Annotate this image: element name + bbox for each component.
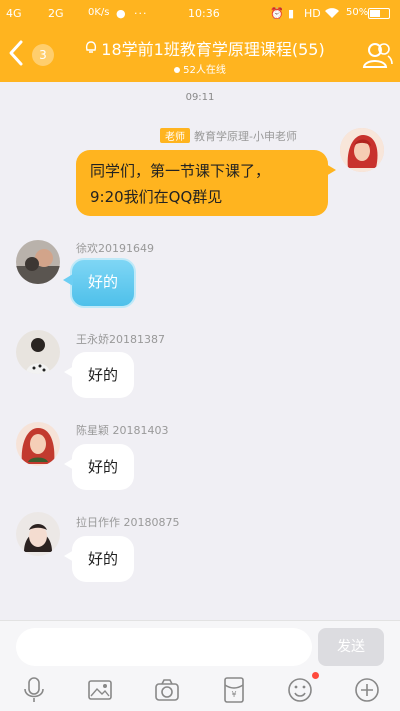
- back-button[interactable]: [6, 38, 26, 68]
- carrier-2: 2G: [48, 7, 64, 20]
- message-bubble[interactable]: 好的: [64, 536, 134, 582]
- wifi-icon: [324, 7, 340, 22]
- camera-icon[interactable]: [155, 677, 179, 703]
- red-packet-icon[interactable]: ¥: [222, 677, 246, 703]
- plus-icon[interactable]: [355, 677, 379, 703]
- network-speed: 0K/s: [88, 7, 110, 18]
- message-bubble[interactable]: 好的: [64, 352, 134, 398]
- avatar[interactable]: [16, 240, 60, 284]
- chat-header: 4G 2G 0K/s ● ··· 10:36 ⏰ ▮ HD 50% 3 18学前…: [0, 0, 400, 82]
- group-title-area[interactable]: 18学前1班教育学原理课程(55): [70, 36, 340, 60]
- user-avatar-image: [16, 422, 60, 466]
- message-timestamp: 09:11: [185, 92, 215, 103]
- battery-percent: 50%: [346, 7, 369, 18]
- message-line: 9:20我们在QQ群见: [90, 188, 223, 206]
- hd-label: HD: [304, 7, 321, 20]
- teacher-avatar-image: [340, 128, 384, 172]
- message-text: 好的: [87, 273, 118, 291]
- avatar[interactable]: [16, 330, 60, 374]
- avatar[interactable]: [340, 128, 384, 172]
- back-arrow-icon: [9, 40, 23, 66]
- message-input[interactable]: [16, 628, 312, 666]
- qq-notification-icon: ●: [116, 7, 126, 20]
- emoji-icon[interactable]: [288, 677, 312, 703]
- mute-icon: [85, 41, 97, 59]
- message-text: 好的: [87, 366, 118, 384]
- teacher-sender-row: 老师 教育学原理-小申老师: [160, 128, 297, 144]
- alarm-icon: ⏰: [270, 7, 284, 20]
- group-title: 18学前1班教育学原理课程(55): [101, 40, 325, 59]
- user-avatar-image: [16, 330, 60, 374]
- online-status: 52人在线: [150, 61, 250, 76]
- input-bar: 发送 ¥: [0, 620, 400, 711]
- emoji-notification-dot: [312, 672, 319, 679]
- status-bar: 4G 2G 0K/s ● ··· 10:36 ⏰ ▮ HD 50%: [0, 0, 400, 26]
- clock: 10:36: [188, 7, 220, 20]
- image-icon[interactable]: [88, 677, 112, 703]
- teacher-tag: 老师: [160, 128, 190, 143]
- svg-text:¥: ¥: [231, 690, 236, 699]
- online-count: 52人在线: [183, 65, 226, 76]
- microphone-icon[interactable]: [22, 677, 46, 703]
- send-button[interactable]: 发送: [318, 628, 384, 666]
- online-dot-icon: [174, 67, 181, 73]
- message-text: 好的: [87, 458, 118, 476]
- sender-name[interactable]: 拉日作作 20180875: [76, 514, 180, 530]
- vibrate-icon: ▮: [288, 7, 295, 20]
- sender-name[interactable]: 徐欢20191649: [76, 240, 154, 256]
- carrier-1: 4G: [6, 7, 22, 20]
- battery-icon: [368, 8, 390, 19]
- unread-count-badge[interactable]: 3: [32, 44, 54, 66]
- group-members-button[interactable]: [362, 40, 394, 70]
- avatar[interactable]: [16, 422, 60, 466]
- group-members-icon: [362, 43, 393, 68]
- message-line: 同学们，第一节课下课了，: [90, 162, 271, 180]
- sender-name[interactable]: 陈星颖 20181403: [76, 422, 169, 438]
- more-notifications-icon: ···: [134, 7, 148, 20]
- message-text: 好的: [87, 550, 118, 568]
- teacher-message-bubble[interactable]: 同学们，第一节课下课了， 9:20我们在QQ群见: [76, 150, 336, 216]
- message-bubble[interactable]: 好的: [63, 258, 136, 308]
- avatar[interactable]: [16, 512, 60, 556]
- sender-name[interactable]: 教育学原理-小申老师: [194, 130, 297, 143]
- sender-name[interactable]: 王永娇20181387: [76, 331, 165, 347]
- user-avatar-image: [16, 240, 60, 284]
- message-bubble[interactable]: 好的: [64, 444, 134, 490]
- user-avatar-image: [16, 512, 60, 556]
